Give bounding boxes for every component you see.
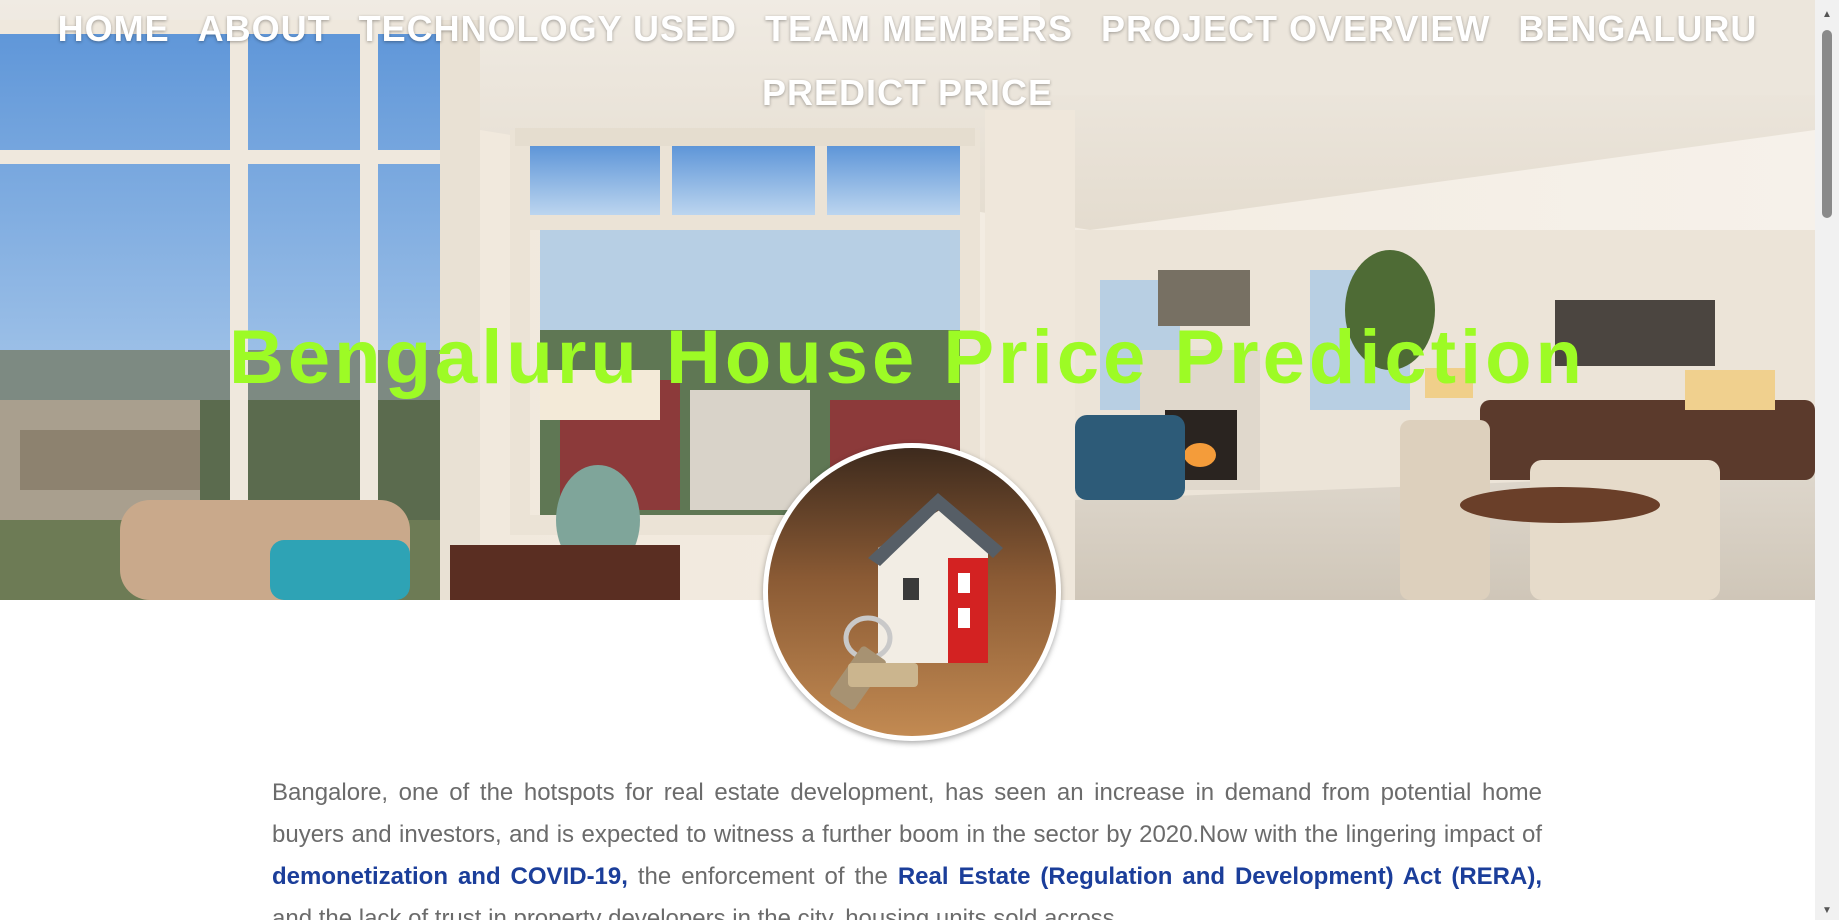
page: HOME ABOUT TECHNOLOGY USED TEAM MEMBERS …	[0, 0, 1815, 920]
nav-technology-used-link[interactable]: TECHNOLOGY USED	[359, 8, 737, 50]
scrollbar-thumb[interactable]	[1822, 30, 1832, 218]
intro-text-part-1: Bangalore, one of the hotspots for real …	[272, 779, 1542, 848]
scroll-up-arrow-icon[interactable]: ▲	[1815, 4, 1839, 24]
main-navigation: HOME ABOUT TECHNOLOGY USED TEAM MEMBERS …	[0, 0, 1815, 114]
intro-paragraph: Bangalore, one of the hotspots for real …	[272, 772, 1542, 920]
nav-team-members-link[interactable]: TEAM MEMBERS	[765, 8, 1073, 50]
highlight-rera: Real Estate (Regulation and Development)…	[897, 863, 1542, 890]
nav-project-overview-link[interactable]: PROJECT OVERVIEW	[1101, 8, 1490, 50]
intro-text-part-3: and the lack of trust in property develo…	[272, 905, 1115, 920]
nav-home-link[interactable]: HOME	[58, 8, 170, 50]
nav-about-link[interactable]: ABOUT	[198, 8, 331, 50]
highlight-demonetization: demonetization and COVID-19,	[272, 863, 628, 890]
hero-title: Bengaluru House Price Prediction	[229, 315, 1586, 400]
house-keychain-icon	[768, 448, 1056, 736]
scroll-down-arrow-icon[interactable]: ▼	[1815, 900, 1839, 920]
intro-text-part-2: the enforcement of the	[627, 863, 898, 890]
nav-predict-price-link[interactable]: PREDICT PRICE	[762, 72, 1053, 114]
nav-bengaluru-link[interactable]: BENGALURU	[1518, 8, 1757, 50]
vertical-scrollbar[interactable]: ▲ ▼	[1815, 0, 1839, 920]
house-keychain-image	[763, 443, 1061, 741]
